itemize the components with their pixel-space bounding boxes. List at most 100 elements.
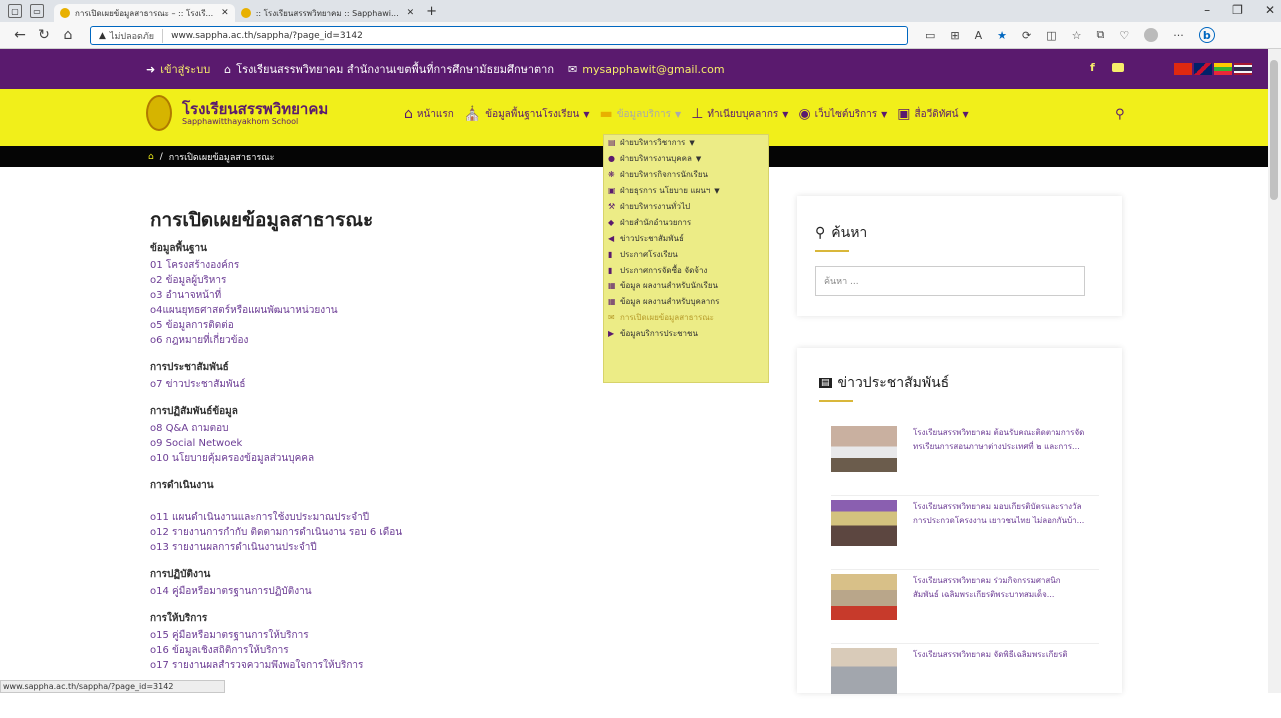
info-link[interactable]: 01 โครงสร้างองค์กร — [150, 258, 570, 273]
nav-home[interactable]: ⌂ หน้าแรก — [404, 106, 454, 122]
news-thumbnail[interactable] — [831, 426, 897, 472]
home-breadcrumb-icon[interactable]: ⌂ — [148, 152, 154, 162]
new-tab-icon[interactable]: + — [426, 4, 437, 19]
menu-item[interactable]: ▤ ฝ่ายบริหารวิชาการ ▼ — [604, 135, 768, 151]
info-link[interactable]: o11 แผนดำเนินงานและการใช้งบประมาณประจำปี — [150, 510, 570, 525]
news-title-line[interactable]: การประกวดโครงงาน เยาวชนไทย ไม่ลอกกันบ้า.… — [913, 514, 1084, 528]
youtube-icon[interactable] — [1112, 63, 1124, 72]
menu-item[interactable]: ▦ ข้อมูล ผลงานสำหรับนักเรียน — [604, 278, 768, 294]
restore-icon[interactable]: ❐ — [1232, 3, 1243, 17]
news-item[interactable]: โรงเรียนสรรพวิทยาคม มอบเกียรติบัตรและราง… — [831, 496, 1099, 570]
extensions-icon[interactable]: ⟳ — [1022, 29, 1031, 42]
info-link[interactable]: o5 ข้อมูลการติดต่อ — [150, 318, 570, 333]
menu-item[interactable]: ▣ ฝ่ายธุรการ นโยบาย แผนฯ ▼ — [604, 183, 768, 199]
info-link[interactable]: o2 ข้อมูลผู้บริหาร — [150, 273, 570, 288]
news-title-line[interactable]: ทรเรียนการสอนภาษาต่างประเทศที่ ๒ และการ.… — [913, 440, 1084, 454]
info-link[interactable]: o16 ข้อมูลเชิงสถิติการให้บริการ — [150, 643, 570, 658]
nav-services[interactable]: ▬ ข้อมูลบริการ ▼ — [599, 106, 681, 122]
info-link[interactable]: o8 Q&A ถามตอบ — [150, 421, 570, 436]
news-title-line[interactable]: โรงเรียนสรรพวิทยาคม มอบเกียรติบัตรและราง… — [913, 500, 1084, 514]
email-link[interactable]: ✉ mysapphawit@gmail.com — [568, 63, 725, 76]
apps-icon[interactable]: ⊞ — [950, 29, 959, 42]
news-item[interactable]: โรงเรียนสรรพวิทยาคม จัดพิธีเฉลิมพระเกียร… — [831, 644, 1099, 718]
close-tab-icon[interactable]: ✕ — [407, 8, 415, 18]
menu-item[interactable]: ◆ ฝ่ายสำนักอำนวยการ — [604, 214, 768, 230]
collections-icon[interactable]: ⧉ — [1097, 28, 1105, 42]
menu-item[interactable]: ▮ ประกาศโรงเรียน — [604, 246, 768, 262]
envelope-open-icon: ✉ — [608, 313, 615, 323]
info-link[interactable]: o7 ข่าวประชาสัมพันธ์ — [150, 377, 570, 392]
more-icon[interactable]: ··· — [1173, 29, 1184, 42]
services-dropdown-menu: ▤ ฝ่ายบริหารวิชาการ ▼ ● ฝ่ายบริหารงานบุคคล ▼… — [603, 134, 769, 383]
status-url-tooltip: www.sappha.ac.th/sappha/?page_id=3142 — [0, 680, 225, 693]
reader-icon[interactable]: ▭ — [925, 29, 935, 42]
menu-item[interactable]: ❋ ฝ่ายบริหารกิจการนักเรียน — [604, 167, 768, 183]
address-bar[interactable]: ▲ ไม่ปลอดภัย www.sappha.ac.th/sappha/?pa… — [90, 26, 908, 45]
nav-staff[interactable]: ⊥ ทำเนียบบุคลากร ▼ — [691, 106, 788, 122]
myanmar-flag-icon[interactable] — [1214, 63, 1232, 75]
info-link[interactable]: o15 คู่มือหรือมาตรฐานการให้บริการ — [150, 628, 570, 643]
split-screen-icon[interactable]: ◫ — [1046, 29, 1056, 42]
read-aloud-icon[interactable]: A — [975, 29, 983, 42]
nav-media[interactable]: ▣ สื่อวีดิทัศน์ ▼ — [897, 106, 968, 122]
back-icon[interactable]: ← — [8, 27, 32, 43]
info-link[interactable]: o12 รายงานการกำกับ ติดตามการดำเนินงาน รอ… — [150, 525, 570, 540]
news-title-line[interactable]: โรงเรียนสรรพวิทยาคม จัดพิธีเฉลิมพระเกียร… — [913, 648, 1068, 662]
close-tab-icon[interactable]: ✕ — [221, 8, 229, 18]
news-thumbnail[interactable] — [831, 648, 897, 694]
chevron-down-icon: ▼ — [583, 109, 590, 119]
refresh-icon[interactable]: ↻ — [32, 27, 56, 43]
login-link[interactable]: ➜ เข้าสู่ระบบ — [146, 60, 210, 78]
news-title-line[interactable]: โรงเรียนสรรพวิทยาคม ต้อนรับคณะติดตามการจ… — [913, 426, 1084, 440]
id-card-icon: ▣ — [608, 186, 616, 196]
info-link[interactable]: o14 คู่มือหรือมาตรฐานการปฏิบัติงาน — [150, 584, 570, 599]
home-icon: ⌂ — [404, 106, 413, 122]
school-icon: ⛪ — [463, 106, 482, 122]
news-thumbnail[interactable] — [831, 500, 897, 546]
info-link[interactable]: o4แผนยุทธศาสตร์หรือแผนพัฒนาหน่วยงาน — [150, 303, 570, 318]
browser-tab-active[interactable]: การเปิดเผยข้อมูลสาธารณะ – :: โรงเรี... ✕ — [54, 4, 235, 22]
browser-titlebar: ▢ ▭ การเปิดเผยข้อมูลสาธารณะ – :: โรงเรี.… — [0, 0, 1281, 22]
facebook-icon[interactable]: f — [1090, 61, 1095, 74]
school-logo[interactable] — [146, 95, 172, 131]
nav-websites[interactable]: ◉ เว็บไซต์บริการ ▼ — [798, 106, 887, 122]
menu-item[interactable]: ⚒ ฝ่ายบริหารงานทั่วไป — [604, 199, 768, 215]
performance-icon[interactable]: ♡ — [1119, 29, 1129, 42]
nav-school-info[interactable]: ⛪ ข้อมูลพื้นฐานโรงเรียน ▼ — [464, 106, 590, 122]
menu-item[interactable]: ▮ ประกาศการจัดซื้อ จัดจ้าง — [604, 262, 768, 278]
thai-flag-icon[interactable] — [1234, 63, 1252, 75]
news-thumbnail[interactable] — [831, 574, 897, 620]
news-item[interactable]: โรงเรียนสรรพวิทยาคม ร่วมกิจกรรมศาสนิก สัม… — [831, 570, 1099, 644]
info-link[interactable]: o13 รายงานผลการดำเนินงานประจำปี — [150, 540, 570, 555]
menu-item[interactable]: ◀ ข่าวประชาสัมพันธ์ — [604, 230, 768, 246]
search-icon[interactable]: ⚲ — [1115, 107, 1125, 122]
info-link[interactable]: o3 อำนาจหน้าที่ — [150, 288, 570, 303]
close-window-icon[interactable]: ✕ — [1265, 3, 1275, 17]
browser-tab[interactable]: :: โรงเรียนสรรพวิทยาคม :: Sapphawi... ✕ — [235, 4, 420, 22]
scrollbar-thumb[interactable] — [1270, 60, 1278, 200]
minimize-icon[interactable]: – — [1204, 3, 1210, 17]
home-browser-icon[interactable]: ⌂ — [56, 27, 80, 43]
menu-item[interactable]: ● ฝ่ายบริหารงานบุคคล ▼ — [604, 151, 768, 167]
info-link[interactable]: o6 กฎหมายที่เกี่ยวข้อง — [150, 333, 570, 348]
favorites-list-icon[interactable]: ☆ — [1072, 29, 1082, 42]
title-underline — [815, 250, 849, 252]
tab-actions-icon[interactable]: ▭ — [30, 4, 44, 18]
news-item[interactable]: โรงเรียนสรรพวิทยาคม ต้อนรับคณะติดตามการจ… — [831, 422, 1099, 496]
bing-icon[interactable]: b — [1198, 27, 1215, 43]
chinese-flag-icon[interactable] — [1174, 63, 1192, 75]
info-link[interactable]: o9 Social Netwoek — [150, 436, 570, 451]
search-input[interactable]: ค้นหา ... — [815, 266, 1085, 296]
profile-avatar[interactable] — [1144, 28, 1159, 42]
menu-item[interactable]: ▶ ข้อมูลบริการประชาชน — [604, 326, 768, 342]
menu-item-active[interactable]: ✉ การเปิดเผยข้อมูลสาธารณะ — [604, 310, 768, 326]
info-link[interactable]: o10 นโยบายคุ้มครองข้อมูลส่วนบุคคล — [150, 451, 570, 466]
info-link[interactable]: o17 รายงานผลสำรวจความพึงพอใจการให้บริการ — [150, 658, 570, 673]
favorite-star-icon[interactable]: ★ — [997, 29, 1007, 42]
language-flags — [1174, 63, 1252, 75]
news-title-line[interactable]: สัมพันธ์ เฉลิมพระเกียรติพระบาทสมเด็จ... — [913, 588, 1061, 602]
menu-item[interactable]: ▦ ข้อมูล ผลงานสำหรับบุคลากร — [604, 294, 768, 310]
english-flag-icon[interactable] — [1194, 63, 1212, 75]
news-title-line[interactable]: โรงเรียนสรรพวิทยาคม ร่วมกิจกรรมศาสนิก — [913, 574, 1061, 588]
workspaces-icon[interactable]: ▢ — [8, 4, 22, 18]
